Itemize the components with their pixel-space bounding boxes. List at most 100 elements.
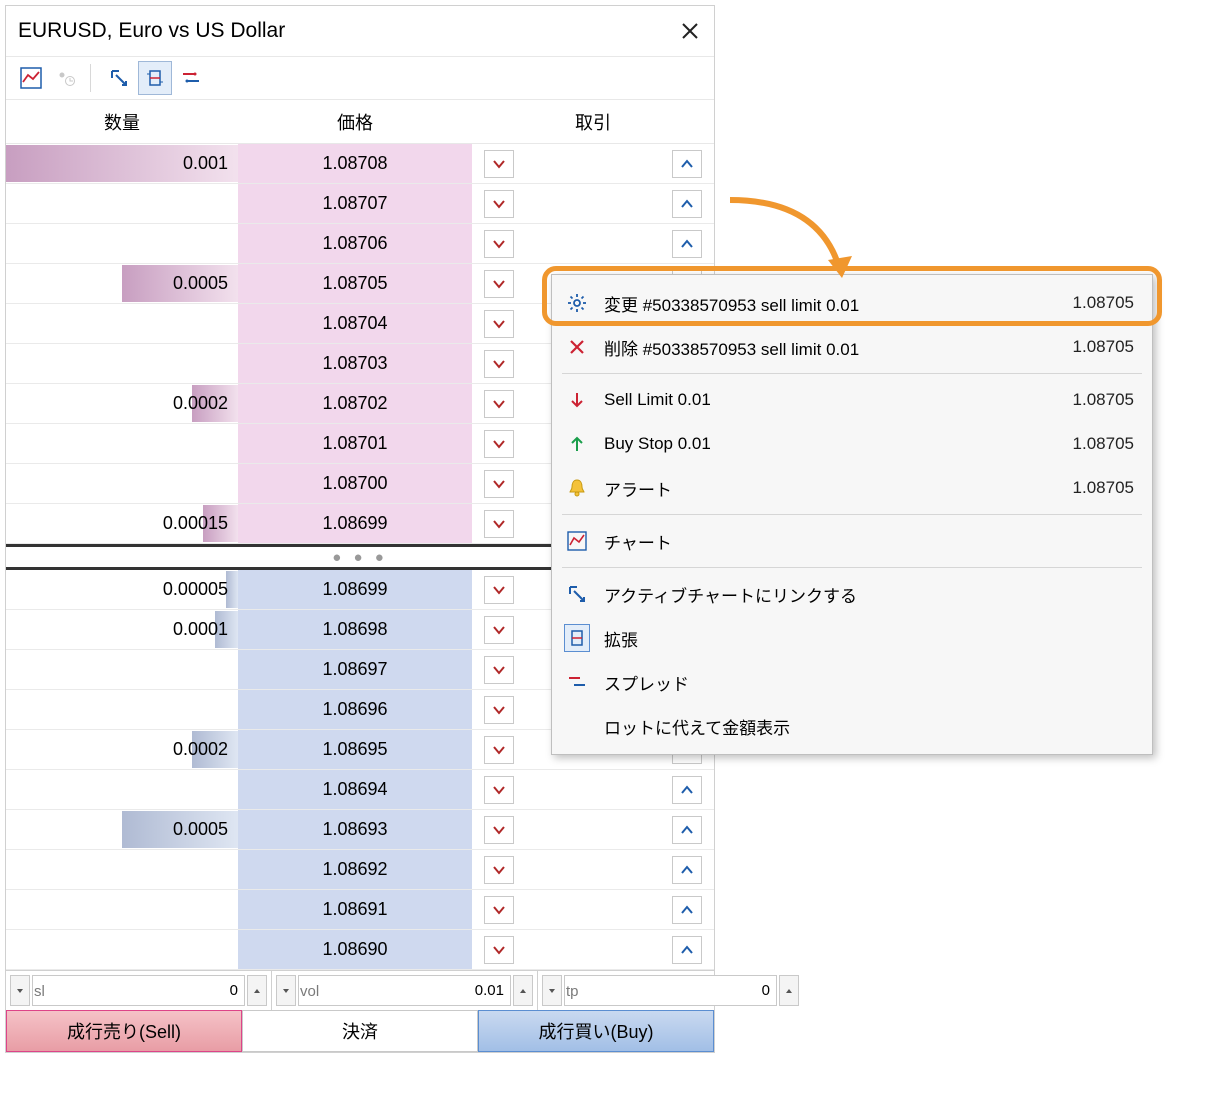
sl-menu-button[interactable]: [10, 975, 30, 1006]
expand-button[interactable]: [138, 61, 172, 95]
chevron-down-icon: [492, 317, 506, 331]
chevron-down-icon: [492, 863, 506, 877]
sell-at-price-button[interactable]: [484, 430, 514, 458]
menu-link-active-chart[interactable]: アクティブチャートにリンクする: [552, 572, 1152, 616]
sell-at-price-button[interactable]: [484, 310, 514, 338]
buy-at-price-button[interactable]: [672, 856, 702, 884]
menu-buy-stop[interactable]: Buy Stop 0.01 1.08705: [552, 422, 1152, 466]
price-row[interactable]: 1.08706: [6, 224, 714, 264]
sell-at-price-button[interactable]: [484, 510, 514, 538]
qty-cell: [6, 650, 238, 689]
sell-at-price-button[interactable]: [484, 616, 514, 644]
menu-sell-limit[interactable]: Sell Limit 0.01 1.08705: [552, 378, 1152, 422]
menu-spread[interactable]: スプレッド: [552, 660, 1152, 704]
price-cell: 1.08692: [238, 850, 472, 889]
menu-expand[interactable]: 拡張: [552, 616, 1152, 660]
link-arrow-icon: [564, 581, 590, 607]
sell-at-price-button[interactable]: [484, 470, 514, 498]
vol-input[interactable]: [298, 975, 511, 1006]
menu-separator: [562, 567, 1142, 568]
buy-at-price-button[interactable]: [672, 150, 702, 178]
sell-at-price-button[interactable]: [484, 190, 514, 218]
tp-up-button[interactable]: [779, 975, 799, 1006]
price-cell: 1.08695: [238, 730, 472, 769]
qty-cell: 0.0002: [6, 384, 238, 423]
spread-icon: [564, 669, 590, 695]
menu-alert-value: 1.08705: [1073, 478, 1134, 498]
menu-alert-label: アラート: [604, 476, 1059, 501]
sell-at-price-button[interactable]: [484, 390, 514, 418]
sell-at-price-button[interactable]: [484, 936, 514, 964]
price-row[interactable]: 0.00051.08693: [6, 810, 714, 850]
spread-button[interactable]: [174, 61, 208, 95]
qty-cell: [6, 464, 238, 503]
trade-cell: [472, 930, 714, 969]
chevron-down-icon: [492, 943, 506, 957]
sell-at-price-button[interactable]: [484, 896, 514, 924]
sell-at-price-button[interactable]: [484, 856, 514, 884]
time-link-button[interactable]: [50, 61, 84, 95]
buy-at-price-button[interactable]: [672, 936, 702, 964]
qty-value: 0.0002: [173, 393, 228, 414]
price-row[interactable]: 1.08707: [6, 184, 714, 224]
close-position-button[interactable]: 決済: [242, 1010, 478, 1052]
menu-lots-as-amount[interactable]: ロットに代えて金額表示: [552, 704, 1152, 748]
buy-at-price-button[interactable]: [672, 230, 702, 258]
price-cell: 1.08707: [238, 184, 472, 223]
chevron-down-icon: [492, 277, 506, 291]
price-row[interactable]: 1.08691: [6, 890, 714, 930]
chevron-down-icon: [492, 583, 506, 597]
expand-icon: [144, 67, 166, 89]
trade-cell: [472, 850, 714, 889]
price-cell: 1.08706: [238, 224, 472, 263]
chevron-down-icon: [492, 197, 506, 211]
chevron-up-icon: [680, 197, 694, 211]
sell-at-price-button[interactable]: [484, 656, 514, 684]
sl-up-button[interactable]: [247, 975, 267, 1006]
qty-cell: 0.00015: [6, 504, 238, 543]
price-row[interactable]: 0.0011.08708: [6, 144, 714, 184]
qty-cell: 0.001: [6, 144, 238, 183]
tp-menu-button[interactable]: [542, 975, 562, 1006]
buy-at-price-button[interactable]: [672, 190, 702, 218]
buy-at-price-button[interactable]: [672, 896, 702, 924]
tp-input[interactable]: [564, 975, 777, 1006]
vol-up-button[interactable]: [513, 975, 533, 1006]
sell-at-price-button[interactable]: [484, 150, 514, 178]
sell-at-price-button[interactable]: [484, 736, 514, 764]
price-cell: 1.08699: [238, 570, 472, 609]
price-row[interactable]: 1.08694: [6, 770, 714, 810]
down-arrow-icon: [564, 387, 590, 413]
clock-dots-icon: [56, 67, 78, 89]
link-chart-button[interactable]: [102, 61, 136, 95]
sell-at-price-button[interactable]: [484, 350, 514, 378]
menu-delete-order[interactable]: 削除 #50338570953 sell limit 0.01 1.08705: [552, 325, 1152, 369]
market-buy-button[interactable]: 成行買い(Buy): [478, 1010, 714, 1052]
sell-at-price-button[interactable]: [484, 230, 514, 258]
qty-value: 0.00015: [163, 513, 228, 534]
buy-at-price-button[interactable]: [672, 816, 702, 844]
menu-chart[interactable]: チャート: [552, 519, 1152, 563]
qty-cell: 0.0001: [6, 610, 238, 649]
sell-at-price-button[interactable]: [484, 816, 514, 844]
market-sell-button[interactable]: 成行売り(Sell): [6, 1010, 242, 1052]
chart-tool-button[interactable]: [14, 61, 48, 95]
sell-at-price-button[interactable]: [484, 776, 514, 804]
sl-input[interactable]: [32, 975, 245, 1006]
menu-modify-order[interactable]: 変更 #50338570953 sell limit 0.01 1.08705: [552, 281, 1152, 325]
order-inputs: sl vol tp: [6, 970, 714, 1010]
chevron-down-icon: [492, 437, 506, 451]
price-row[interactable]: 1.08690: [6, 930, 714, 970]
buy-at-price-button[interactable]: [672, 776, 702, 804]
menu-sell-limit-label: Sell Limit 0.01: [604, 390, 1059, 410]
link-arrow-icon: [108, 67, 130, 89]
sell-at-price-button[interactable]: [484, 576, 514, 604]
close-button[interactable]: [678, 19, 702, 43]
sell-at-price-button[interactable]: [484, 696, 514, 724]
sell-at-price-button[interactable]: [484, 270, 514, 298]
price-cell: 1.08702: [238, 384, 472, 423]
vol-menu-button[interactable]: [276, 975, 296, 1006]
qty-cell: [6, 890, 238, 929]
menu-alert[interactable]: アラート 1.08705: [552, 466, 1152, 510]
price-row[interactable]: 1.08692: [6, 850, 714, 890]
